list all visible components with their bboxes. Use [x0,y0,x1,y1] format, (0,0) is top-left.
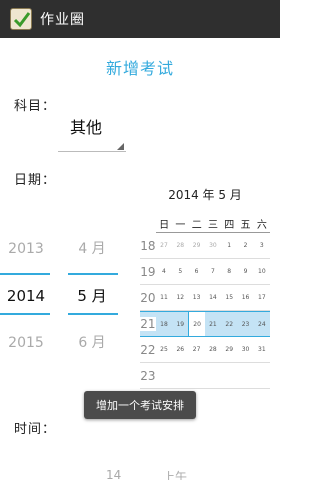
calendar-header: 2014 年 5 月 [168,188,242,202]
calendar-day[interactable]: 29 [221,346,237,353]
calendar-day[interactable]: 14 [205,294,221,301]
calendar-day[interactable]: 22 [221,321,237,328]
calendar-day[interactable]: 26 [172,346,188,353]
calendar-day[interactable]: 30 [237,346,253,353]
subject-value: 其他 [70,118,103,137]
calendar-day[interactable]: 27 [156,242,172,249]
calendar-week-row[interactable]: 20 11 12 13 14 15 16 17 [140,285,270,311]
calendar-day[interactable]: 17 [254,294,270,301]
calendar-day[interactable]: 8 [221,268,237,275]
calendar-day[interactable]: 23 [237,321,253,328]
week-number: 19 [140,264,156,279]
calendar-day[interactable]: 3 [254,242,270,249]
calendar-day[interactable]: 20 [188,312,205,336]
app-title: 作业圈 [40,12,85,28]
week-number: 23 [140,368,156,383]
year-picker[interactable]: 2013 2014 2015 [0,234,52,375]
calendar-day[interactable]: 1 [221,242,237,249]
year-next[interactable]: 2015 [0,328,52,375]
app-check-icon[interactable] [10,8,32,30]
weekday-label: 一 [175,220,186,231]
week-number: 20 [140,290,156,305]
time-ampm-peek[interactable]: 上午 [163,468,187,480]
calendar-day[interactable]: 16 [237,294,253,301]
weekday-label: 五 [240,220,251,231]
subject-spinner[interactable]: 其他 [58,110,126,152]
month-picker-divider-top [68,273,118,275]
week-number: 18 [140,238,156,253]
week-number: 22 [140,342,156,357]
date-label: 日期： [14,173,57,188]
calendar-day[interactable]: 21 [205,321,221,328]
calendar-day[interactable]: 7 [205,268,221,275]
calendar-weekday-row: 日一二三四五六 [156,215,270,233]
weekday-label: 三 [207,220,218,231]
weekday-label: 四 [224,220,235,231]
calendar-day[interactable]: 4 [156,268,172,275]
calendar-view[interactable]: 2014 年 5 月 日一二三四五六 18 27 28 29 30 1 2 3 19 4 5 6 7 8 9… [140,186,270,389]
spinner-dropdown-icon [117,143,124,150]
calendar-week-row[interactable]: 23 [140,363,270,389]
calendar-day[interactable]: 15 [221,294,237,301]
month-picker[interactable]: 4 月 5 月 6 月 [66,234,118,375]
month-current[interactable]: 5 月 [66,281,118,328]
calendar-day[interactable]: 25 [156,346,172,353]
weekday-label: 六 [256,220,267,231]
calendar-day[interactable]: 10 [254,268,270,275]
calendar-day[interactable]: 28 [172,242,188,249]
time-label: 时间： [14,422,57,437]
week-number: 21 [140,317,156,331]
page-heading: 新增考试 [105,59,174,78]
spinner-underline [58,151,126,152]
calendar-day[interactable]: 2 [237,242,253,249]
calendar-day[interactable]: 18 [156,321,172,328]
month-picker-divider-bottom [68,313,118,315]
action-bar: 作业圈 [0,0,280,38]
weekday-label: 二 [191,220,202,231]
calendar-day[interactable]: 13 [188,294,204,301]
year-picker-divider-bottom [0,313,50,315]
calendar-week-row[interactable]: 19 4 5 6 7 8 9 10 [140,259,270,285]
calendar-day[interactable]: 27 [188,346,204,353]
weekday-label: 日 [159,220,170,231]
calendar-day[interactable]: 31 [254,346,270,353]
calendar-day[interactable]: 11 [156,294,172,301]
calendar-day[interactable]: 12 [172,294,188,301]
calendar-day[interactable]: 9 [237,268,253,275]
calendar-week-row[interactable]: 18 27 28 29 30 1 2 3 [140,233,270,259]
calendar-day[interactable]: 6 [188,268,204,275]
calendar-week-row[interactable]: 22 25 26 27 28 29 30 31 [140,337,270,363]
calendar-week-row[interactable]: 21 18 19 20 21 22 23 24 [140,311,270,337]
toast-message: 增加一个考试安排 [84,391,196,419]
calendar-day[interactable]: 5 [172,268,188,275]
subject-label: 科目： [14,99,57,114]
year-current[interactable]: 2014 [0,281,52,328]
calendar-day[interactable]: 29 [188,242,204,249]
calendar-grid[interactable]: 18 27 28 29 30 1 2 3 19 4 5 6 7 8 9 10 20 11 12 13 14 15 16 17 2… [140,233,270,389]
month-next[interactable]: 6 月 [66,328,118,375]
year-picker-divider-top [0,273,50,275]
calendar-day[interactable]: 28 [205,346,221,353]
calendar-day[interactable]: 24 [254,321,270,328]
time-hour-peek[interactable]: 14 [106,468,121,480]
calendar-day[interactable]: 30 [205,242,221,249]
calendar-day[interactable]: 19 [172,321,188,328]
